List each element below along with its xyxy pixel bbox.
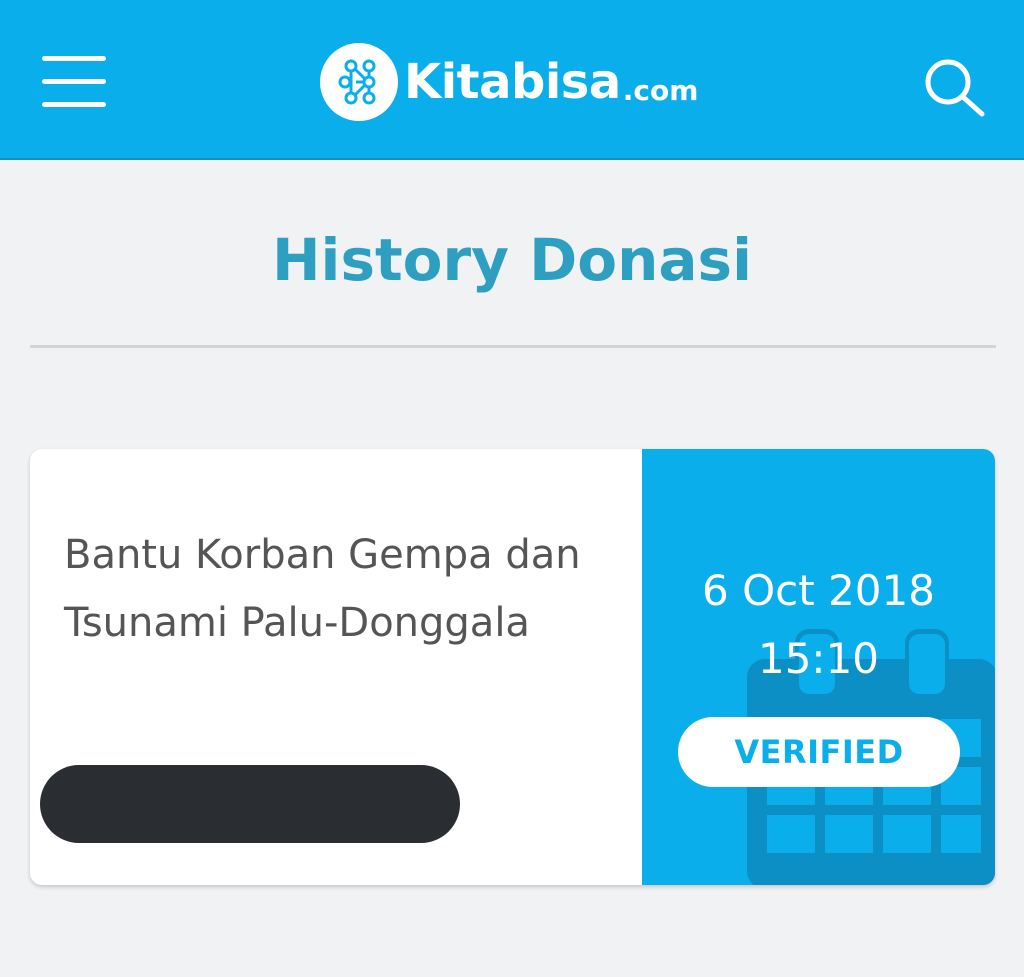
search-icon[interactable] (920, 56, 990, 118)
brand-suffix: .com (622, 73, 699, 107)
brand-logo[interactable]: Kitabisa .com (320, 42, 698, 122)
status-badge: VERIFIED (678, 717, 960, 787)
donation-info: Bantu Korban Gempa dan Tsunami Palu-Dong… (30, 449, 642, 885)
brand-name: Kitabisa (404, 54, 621, 110)
donation-date: 6 Oct 2018 (702, 566, 935, 615)
donation-datetime: 6 Oct 2018 15:10 (642, 557, 995, 693)
page-title: History Donasi (272, 226, 752, 294)
donation-card[interactable]: Bantu Korban Gempa dan Tsunami Palu-Dong… (30, 449, 995, 885)
logo-icon (320, 43, 398, 121)
menu-line (42, 102, 106, 107)
menu-line (42, 56, 106, 61)
top-header: Kitabisa .com (0, 0, 1024, 160)
hamburger-menu-icon[interactable] (42, 56, 106, 108)
donation-date-panel: 6 Oct 2018 15:10 VERIFIED (642, 449, 995, 885)
donation-time: 15:10 (757, 634, 880, 683)
menu-line (42, 79, 106, 84)
donation-amount-redacted (40, 765, 460, 843)
title-divider (30, 345, 996, 348)
campaign-title: Bantu Korban Gempa dan Tsunami Palu-Dong… (64, 532, 581, 646)
